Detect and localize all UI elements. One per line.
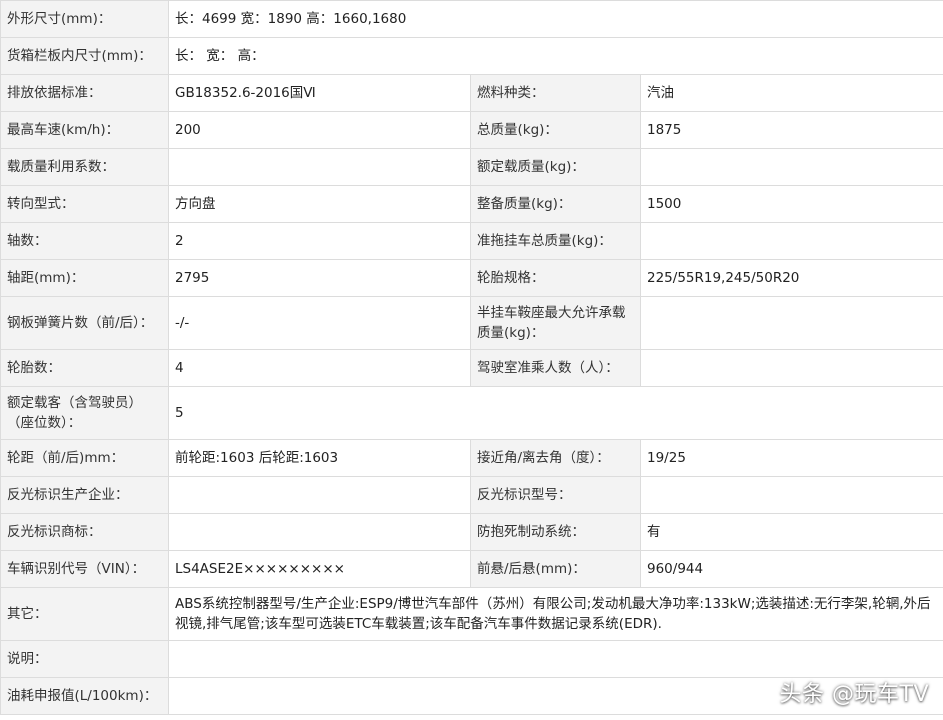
table-row: 额定载客（含驾驶员）（座位数）： 5 [0, 386, 943, 440]
value-notes [168, 640, 943, 678]
value-gross-mass: 1875 [640, 111, 943, 149]
value-leaf-springs: -/- [168, 296, 471, 350]
label-gross-mass: 总质量(kg)： [470, 111, 641, 149]
table-row: 钢板弹簧片数（前/后）： -/- 半挂车鞍座最大允许承载质量(kg)： [0, 296, 943, 350]
value-tire-spec: 225/55R19,245/50R20 [640, 259, 943, 297]
value-emission-standard: GB18352.6-2016国Ⅵ [168, 74, 471, 112]
label-leaf-springs: 钢板弹簧片数（前/后）： [0, 296, 169, 350]
label-approach-departure: 接近角/离去角（度）： [470, 439, 641, 477]
table-row: 载质量利用系数： 额定载质量(kg)： [0, 148, 943, 186]
value-trailer-mass [640, 222, 943, 260]
table-row: 其它： ABS系统控制器型号/生产企业:ESP9/博世汽车部件（苏州）有限公司;… [0, 587, 943, 641]
label-emission-standard: 排放依据标准： [0, 74, 169, 112]
label-notes: 说明： [0, 640, 169, 678]
value-reflector-model [640, 476, 943, 514]
value-steering-type: 方向盘 [168, 185, 471, 223]
watermark: 头条 @玩车TV [779, 682, 929, 707]
value-wheelbase: 2795 [168, 259, 471, 297]
table-row: 排放依据标准： GB18352.6-2016国Ⅵ 燃料种类： 汽油 [0, 74, 943, 112]
value-tire-count: 4 [168, 349, 471, 387]
label-vin: 车辆识别代号（VIN）： [0, 550, 169, 588]
label-tire-count: 轮胎数： [0, 349, 169, 387]
table-row: 反光标识生产企业： 反光标识型号： [0, 476, 943, 514]
value-overhang: 960/944 [640, 550, 943, 588]
label-overhang: 前悬/后悬(mm)： [470, 550, 641, 588]
value-load-utilization [168, 148, 471, 186]
table-row: 轮距（前/后)mm： 前轮距:1603 后轮距:1603 接近角/离去角（度）：… [0, 439, 943, 477]
label-reflector-model: 反光标识型号： [470, 476, 641, 514]
label-wheelbase: 轴距(mm)： [0, 259, 169, 297]
table-row: 反光标识商标： 防抱死制动系统： 有 [0, 513, 943, 551]
table-row: 转向型式： 方向盘 整备质量(kg)： 1500 [0, 185, 943, 223]
value-dimensions: 长：4699 宽：1890 高：1660,1680 [168, 0, 943, 38]
label-max-speed: 最高车速(km/h)： [0, 111, 169, 149]
label-reflector-maker: 反光标识生产企业： [0, 476, 169, 514]
value-axles: 2 [168, 222, 471, 260]
table-row: 轴距(mm)： 2795 轮胎规格： 225/55R19,245/50R20 [0, 259, 943, 297]
table-row: 轴数： 2 准拖挂车总质量(kg)： [0, 222, 943, 260]
label-fuel-type: 燃料种类： [470, 74, 641, 112]
value-abs: 有 [640, 513, 943, 551]
value-rated-passengers: 5 [168, 386, 943, 440]
value-other: ABS系统控制器型号/生产企业:ESP9/博世汽车部件（苏州）有限公司;发动机最… [168, 587, 943, 641]
table-row: 说明： [0, 640, 943, 678]
label-cab-passengers: 驾驶室准乘人数（人）： [470, 349, 641, 387]
table-row: 轮胎数： 4 驾驶室准乘人数（人）： [0, 349, 943, 387]
value-vin: LS4ASE2E××××××××× [168, 550, 471, 588]
value-cab-passengers [640, 349, 943, 387]
label-load-utilization: 载质量利用系数： [0, 148, 169, 186]
label-tire-spec: 轮胎规格： [470, 259, 641, 297]
value-approach-departure: 19/25 [640, 439, 943, 477]
table-row: 外形尺寸(mm)： 长：4699 宽：1890 高：1660,1680 [0, 0, 943, 38]
label-cargo-box-size: 货箱栏板内尺寸(mm)： [0, 37, 169, 75]
label-curb-mass: 整备质量(kg)： [470, 185, 641, 223]
table-row: 车辆识别代号（VIN）： LS4ASE2E××××××××× 前悬/后悬(mm)… [0, 550, 943, 588]
label-other: 其它： [0, 587, 169, 641]
value-cargo-box-size: 长： 宽： 高： [168, 37, 943, 75]
value-saddle-load [640, 296, 943, 350]
value-fuel-type: 汽油 [640, 74, 943, 112]
value-reflector-brand [168, 513, 471, 551]
value-rated-load [640, 148, 943, 186]
value-reflector-maker [168, 476, 471, 514]
label-saddle-load: 半挂车鞍座最大允许承载质量(kg)： [470, 296, 641, 350]
label-dimensions: 外形尺寸(mm)： [0, 0, 169, 38]
vehicle-spec-table: 外形尺寸(mm)： 长：4699 宽：1890 高：1660,1680 货箱栏板… [0, 0, 943, 715]
table-row: 货箱栏板内尺寸(mm)： 长： 宽： 高： [0, 37, 943, 75]
label-fuel-consumption: 油耗申报值(L/100km)： [0, 677, 169, 715]
label-steering-type: 转向型式： [0, 185, 169, 223]
label-reflector-brand: 反光标识商标： [0, 513, 169, 551]
value-curb-mass: 1500 [640, 185, 943, 223]
table-row: 最高车速(km/h)： 200 总质量(kg)： 1875 [0, 111, 943, 149]
label-trailer-mass: 准拖挂车总质量(kg)： [470, 222, 641, 260]
label-track-width: 轮距（前/后)mm： [0, 439, 169, 477]
value-max-speed: 200 [168, 111, 471, 149]
label-rated-passengers: 额定载客（含驾驶员）（座位数）： [0, 386, 169, 440]
label-abs: 防抱死制动系统： [470, 513, 641, 551]
label-rated-load: 额定载质量(kg)： [470, 148, 641, 186]
value-track-width: 前轮距:1603 后轮距:1603 [168, 439, 471, 477]
label-axles: 轴数： [0, 222, 169, 260]
